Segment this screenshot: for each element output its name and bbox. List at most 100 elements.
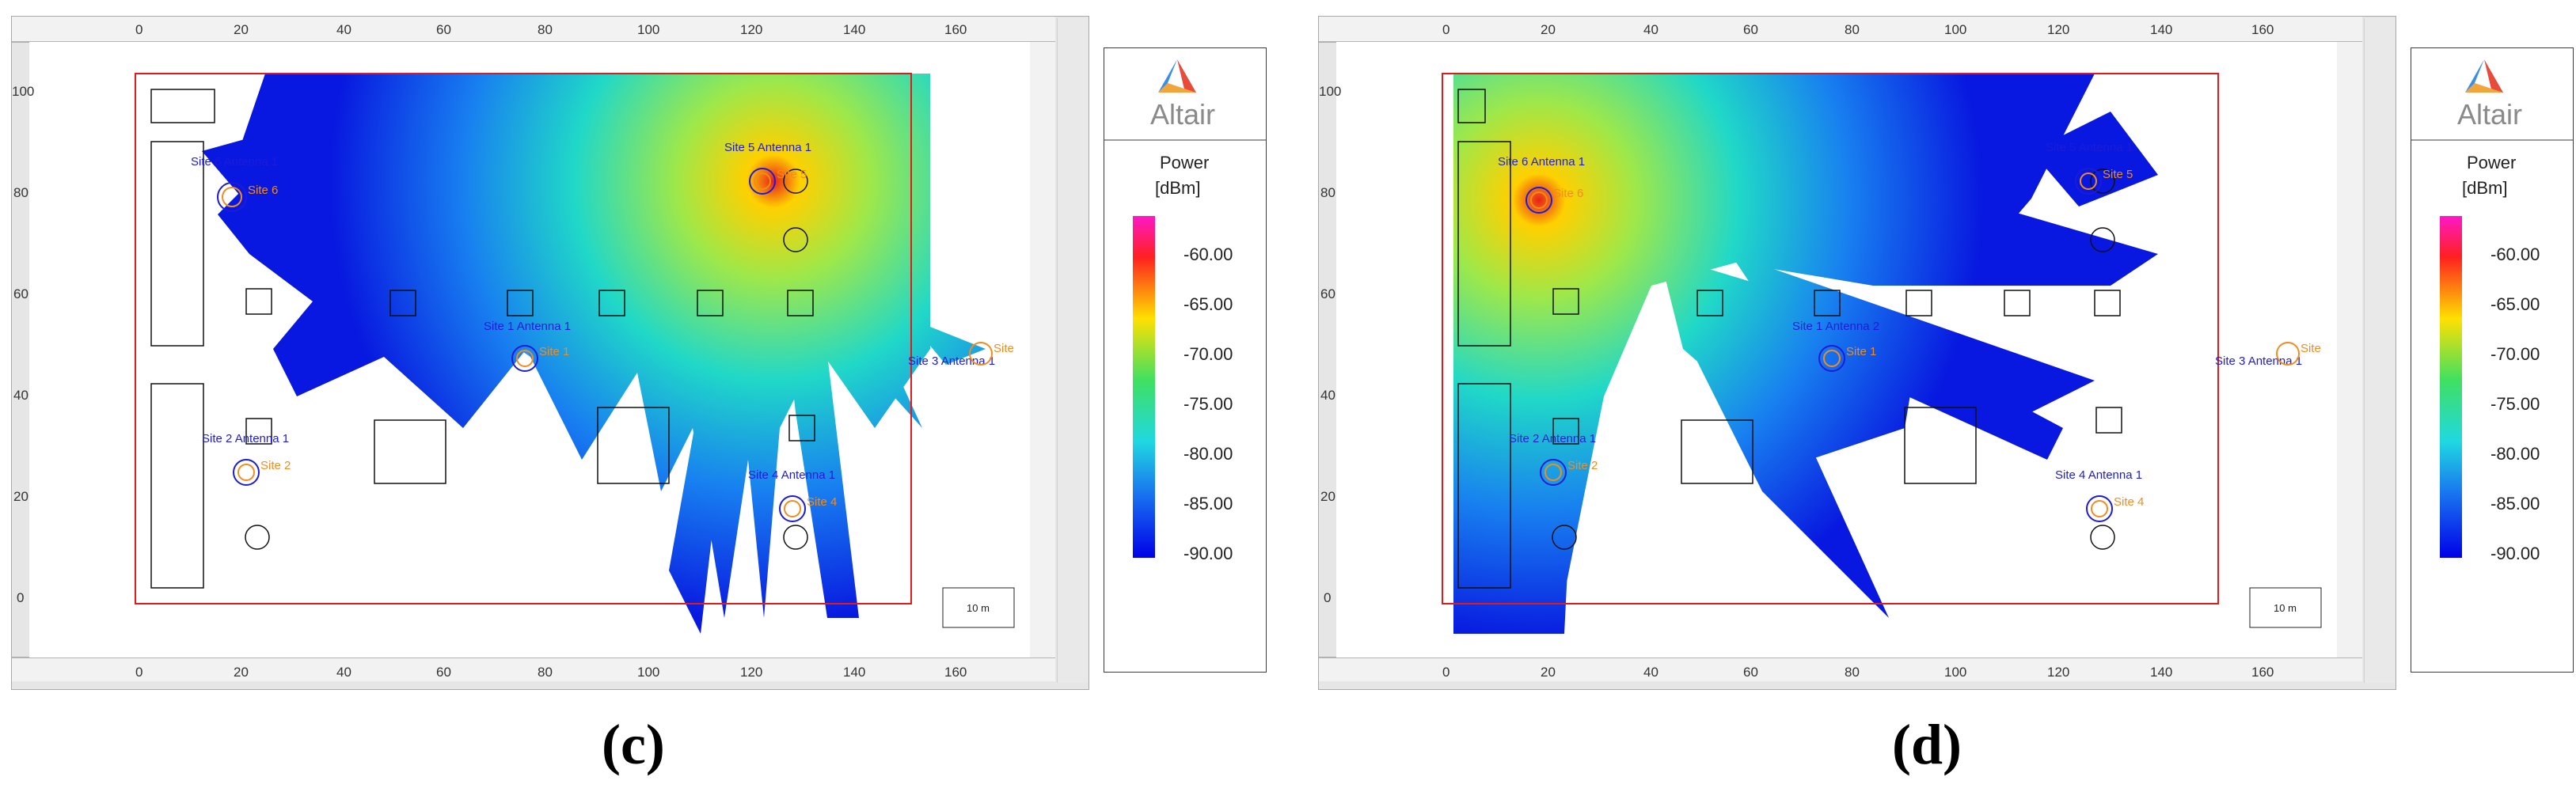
svg-text:0: 0 — [1442, 665, 1449, 680]
legend-unit: [dBm] — [2462, 178, 2507, 198]
svg-text:160: 160 — [2251, 22, 2274, 37]
svg-text:-90.00: -90.00 — [1184, 544, 1233, 563]
svg-text:Site 4: Site 4 — [807, 495, 837, 509]
coverage-viewer-c[interactable]: 0 20 40 60 80 100 120 140 160 0 20 40 60… — [11, 16, 1089, 690]
svg-text:-75.00: -75.00 — [1184, 394, 1233, 414]
svg-text:-85.00: -85.00 — [1184, 494, 1233, 513]
svg-text:Site 4: Site 4 — [2114, 495, 2144, 509]
svg-text:Site 2 Antenna 1: Site 2 Antenna 1 — [202, 432, 289, 445]
svg-text:160: 160 — [944, 665, 967, 680]
legend-title: Power — [1160, 153, 1209, 172]
svg-text:Site 5: Site 5 — [777, 168, 807, 181]
svg-text:60: 60 — [1743, 22, 1758, 37]
top-ruler — [12, 17, 1055, 42]
bottom-ruler — [12, 657, 1055, 681]
svg-text:Site 2 Antenna 1: Site 2 Antenna 1 — [1509, 432, 1596, 445]
svg-text:Site 2: Site 2 — [260, 459, 291, 472]
svg-text:20: 20 — [234, 665, 249, 680]
svg-text:-70.00: -70.00 — [2491, 344, 2540, 364]
svg-text:-70.00: -70.00 — [1184, 344, 1233, 364]
svg-text:Site 1: Site 1 — [539, 345, 569, 358]
svg-text:40: 40 — [1643, 22, 1658, 37]
right-ruler — [2337, 42, 2362, 657]
svg-text:Site 5: Site 5 — [2103, 168, 2133, 181]
svg-text:40: 40 — [336, 22, 351, 37]
svg-text:120: 120 — [2047, 22, 2069, 37]
svg-text:100: 100 — [637, 665, 659, 680]
svg-text:Site 1 Antenna 2: Site 1 Antenna 2 — [1792, 320, 1879, 333]
svg-text:100: 100 — [1944, 665, 1966, 680]
svg-text:80: 80 — [538, 22, 553, 37]
svg-text:100: 100 — [1319, 84, 1341, 99]
svg-text:20: 20 — [234, 22, 249, 37]
svg-text:0: 0 — [17, 590, 24, 605]
svg-text:60: 60 — [13, 286, 28, 301]
svg-text:Site 6 Antenna 1: Site 6 Antenna 1 — [191, 155, 278, 169]
legend-unit: [dBm] — [1155, 178, 1200, 198]
svg-text:-60.00: -60.00 — [2491, 244, 2540, 264]
svg-text:40: 40 — [13, 388, 28, 403]
legend-color-bar — [1133, 216, 1155, 558]
svg-text:140: 140 — [2150, 22, 2172, 37]
caption-d: (d) — [1892, 713, 1962, 776]
svg-text:120: 120 — [740, 665, 762, 680]
svg-text:40: 40 — [336, 665, 351, 680]
right-ruler — [1030, 42, 1055, 657]
coverage-map-d[interactable]: 0 20 40 60 80 100 120 140 160 0 20 40 60… — [1319, 17, 2362, 689]
svg-text:Site 1: Site 1 — [1846, 345, 1876, 358]
svg-text:Site 2: Site 2 — [1567, 459, 1598, 472]
svg-text:120: 120 — [2047, 665, 2069, 680]
svg-text:Site 3 Antenna 1: Site 3 Antenna 1 — [2215, 354, 2302, 368]
svg-text:Site 4 Antenna 1: Site 4 Antenna 1 — [748, 468, 835, 482]
svg-text:160: 160 — [944, 22, 967, 37]
svg-text:100: 100 — [1944, 22, 1966, 37]
svg-text:20: 20 — [1541, 22, 1556, 37]
svg-text:0: 0 — [1442, 22, 1449, 37]
svg-text:20: 20 — [1320, 489, 1335, 504]
svg-text:60: 60 — [436, 665, 451, 680]
coverage-map-c[interactable]: 0 20 40 60 80 100 120 140 160 0 20 40 60… — [12, 17, 1055, 689]
caption-c: (c) — [602, 713, 665, 776]
vertical-scrollbar-d[interactable] — [2364, 18, 2395, 683]
coverage-viewer-d[interactable]: 0 20 40 60 80 100 120 140 160 0 20 40 60… — [1318, 16, 2396, 690]
svg-text:80: 80 — [1845, 665, 1860, 680]
svg-text:80: 80 — [538, 665, 553, 680]
svg-text:-80.00: -80.00 — [1184, 444, 1233, 464]
svg-text:0: 0 — [135, 22, 142, 37]
legend-brand: Altair — [2457, 98, 2522, 131]
svg-text:80: 80 — [13, 185, 28, 200]
svg-text:120: 120 — [740, 22, 762, 37]
altair-logo-icon — [1158, 59, 1196, 93]
svg-text:60: 60 — [1320, 286, 1335, 301]
altair-logo-icon — [2465, 59, 2503, 93]
svg-text:-90.00: -90.00 — [2491, 544, 2540, 563]
legend-brand: Altair — [1150, 98, 1215, 131]
svg-text:140: 140 — [843, 665, 865, 680]
svg-text:80: 80 — [1845, 22, 1860, 37]
svg-text:-65.00: -65.00 — [1184, 294, 1233, 314]
svg-text:80: 80 — [1320, 185, 1335, 200]
vertical-scrollbar-c[interactable] — [1057, 18, 1088, 683]
svg-text:20: 20 — [1541, 665, 1556, 680]
svg-text:Site 6: Site 6 — [1553, 187, 1583, 200]
scale-bar-label: 10 m — [2274, 602, 2297, 614]
svg-text:100: 100 — [12, 84, 34, 99]
power-legend-c: Altair Power [dBm] -60.00 -65.00 -70.00 … — [1104, 47, 1267, 673]
svg-text:140: 140 — [843, 22, 865, 37]
svg-text:0: 0 — [1324, 590, 1331, 605]
svg-text:-65.00: -65.00 — [2491, 294, 2540, 314]
svg-text:Site 4 Antenna 1: Site 4 Antenna 1 — [2055, 468, 2142, 482]
svg-text:Site 6: Site 6 — [248, 184, 278, 197]
top-ruler — [1319, 17, 2362, 42]
svg-text:40: 40 — [1320, 388, 1335, 403]
svg-text:-80.00: -80.00 — [2491, 444, 2540, 464]
svg-text:-85.00: -85.00 — [2491, 494, 2540, 513]
bottom-ruler — [1319, 657, 2362, 681]
svg-text:Site 6 Antenna 1: Site 6 Antenna 1 — [1498, 155, 1585, 169]
svg-text:Site: Site — [994, 342, 1014, 355]
svg-text:60: 60 — [436, 22, 451, 37]
legend-color-bar — [2440, 216, 2462, 558]
svg-text:160: 160 — [2251, 665, 2274, 680]
svg-text:60: 60 — [1743, 665, 1758, 680]
svg-text:Site 1 Antenna 1: Site 1 Antenna 1 — [484, 320, 571, 333]
